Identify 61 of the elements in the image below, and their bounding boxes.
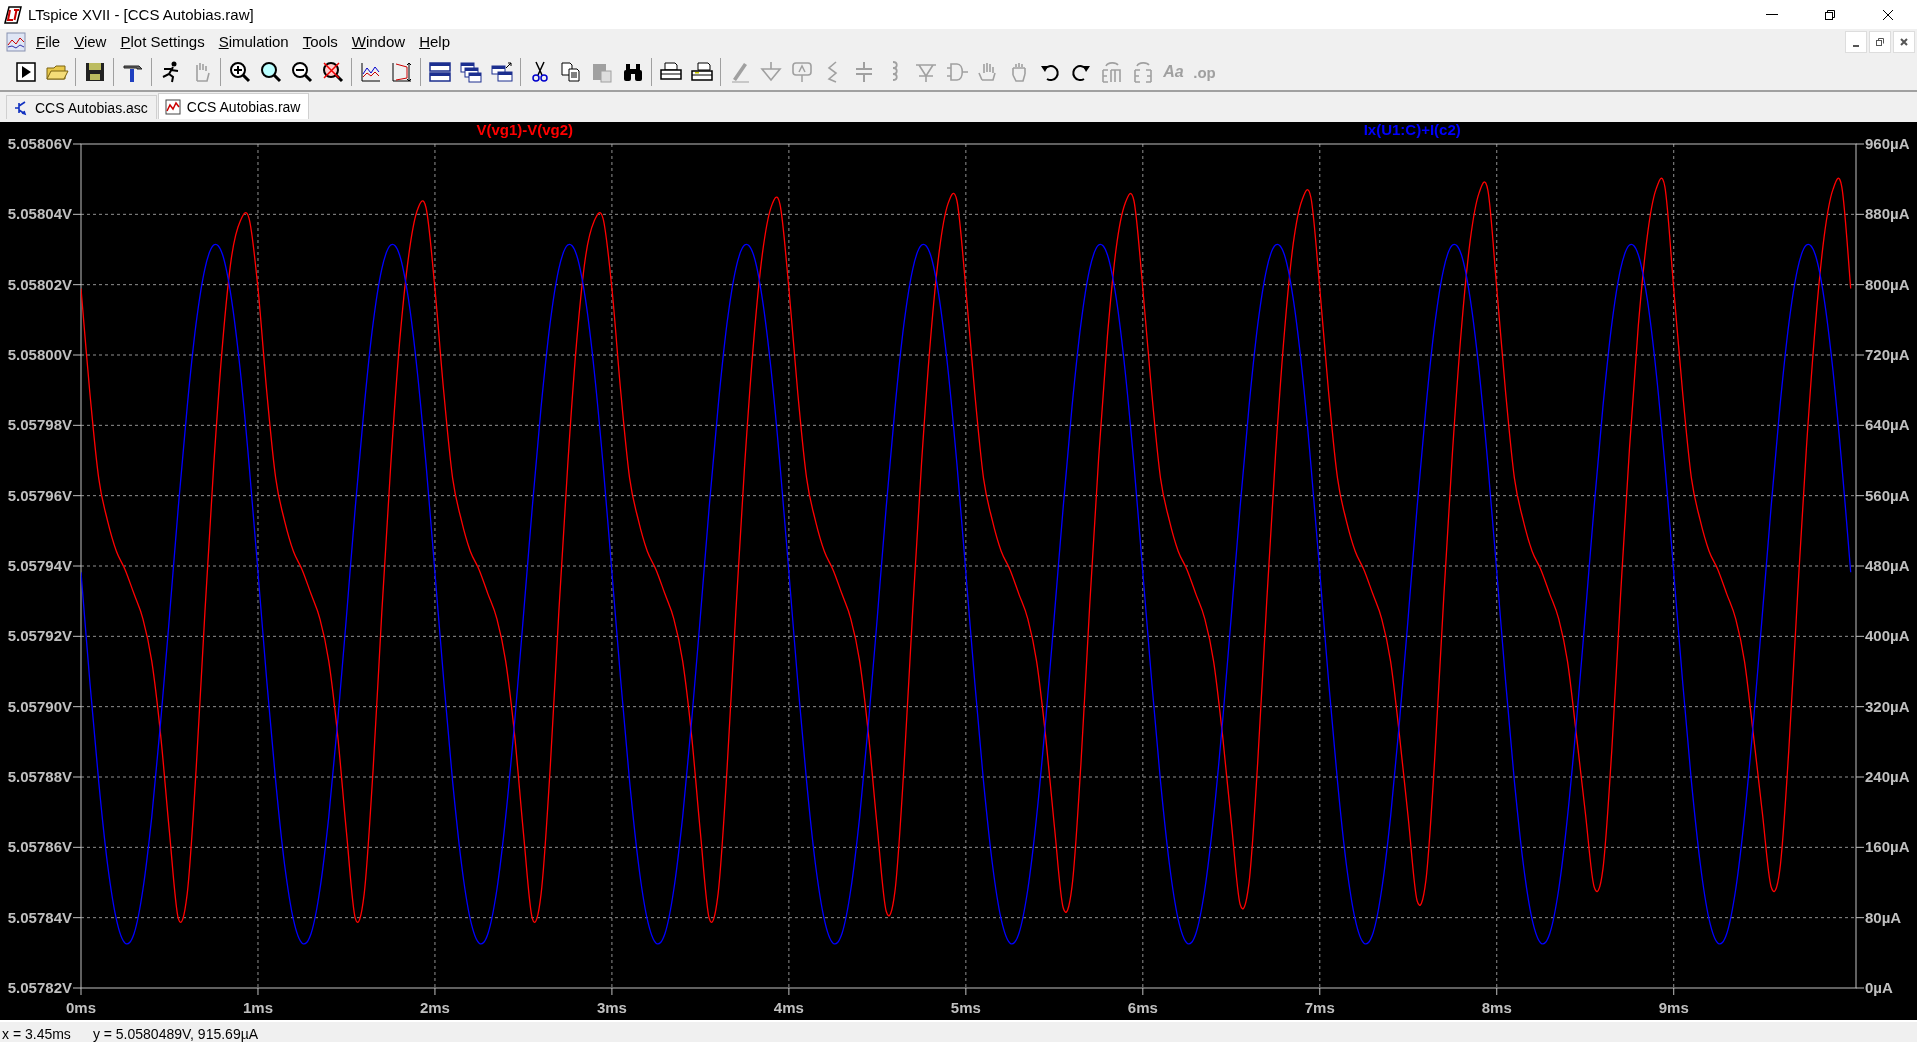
y-axis-label: 880µA	[1865, 205, 1910, 223]
restore-button[interactable]	[1869, 30, 1891, 53]
y-axis-label: 5.05782V	[7, 979, 72, 996]
y-axis-label: 5.05786V	[7, 838, 72, 856]
waveform-icon	[164, 98, 181, 115]
menu-item[interactable]: File	[29, 31, 68, 52]
y-axis-label: 0µA	[1865, 979, 1893, 996]
y-axis-label: 5.05804V	[7, 205, 72, 223]
menu-item[interactable]: Window	[344, 31, 413, 52]
y-axis-label: 400µA	[1865, 627, 1910, 645]
document-tab[interactable]: CCS Autobias.asc	[6, 95, 157, 119]
y-axis-label: 5.05806V	[7, 135, 72, 152]
app-logo-icon	[4, 5, 22, 24]
x-axis-label: 8ms	[1481, 999, 1512, 1016]
restore-icon	[1875, 36, 1885, 47]
y-axis-label: 5.05796V	[7, 486, 72, 504]
y-axis-label: 720µA	[1865, 346, 1910, 363]
waveform-window-icon	[6, 31, 26, 52]
y-axis-label: 800µA	[1865, 275, 1910, 293]
x-axis-label: 4ms	[773, 999, 804, 1016]
menu-item[interactable]: View	[67, 31, 114, 52]
y-axis-label: 960µA	[1865, 135, 1910, 152]
y-axis-label: 5.05788V	[7, 768, 72, 785]
transistor-icon	[13, 99, 29, 116]
y-axis-label: 5.05790V	[7, 697, 72, 715]
y-axis-label: 640µA	[1865, 416, 1910, 434]
y-axis-label: 320µA	[1865, 697, 1910, 715]
menu-item[interactable]: Simulation	[211, 31, 296, 52]
x-axis-label: 2ms	[419, 999, 450, 1016]
document-tab[interactable]: CCS Autobias.raw	[157, 93, 310, 119]
y-axis-label: 480µA	[1865, 557, 1910, 574]
x-axis-label: 1ms	[242, 999, 273, 1016]
x-axis-label: 0ms	[66, 999, 96, 1016]
y-axis-label: 5.05792V	[7, 627, 72, 645]
restore-icon[interactable]	[1824, 8, 1836, 21]
y-axis-label: 80µA	[1865, 908, 1902, 926]
trace-name[interactable]: V(vg1)-V(vg2)	[476, 122, 574, 138]
y-axis-label: 160µA	[1865, 838, 1910, 856]
minimize-button[interactable]	[1845, 30, 1867, 53]
close-icon[interactable]	[1882, 8, 1894, 21]
y-axis-label: 5.05802V	[7, 275, 72, 293]
cursor-readout: y = 5.0580489V, 915.69µA	[92, 1025, 259, 1042]
menu-item[interactable]: Plot Settings	[113, 31, 212, 52]
x-axis-label: 6ms	[1127, 999, 1158, 1016]
y-axis-label: 560µA	[1865, 486, 1910, 504]
x-axis-label: 7ms	[1304, 999, 1335, 1016]
y-axis-label: 5.05794V	[7, 557, 72, 574]
y-axis-label: 5.05800V	[7, 346, 72, 363]
close-button[interactable]	[1893, 30, 1915, 53]
x-axis-label: 3ms	[596, 999, 627, 1016]
x-axis-label: 9ms	[1658, 999, 1689, 1016]
y-axis-label: 5.05784V	[7, 908, 72, 926]
menu-item[interactable]: Tools	[295, 31, 345, 52]
menu-item[interactable]: Help	[412, 31, 457, 52]
close-icon	[1899, 36, 1909, 47]
x-axis-label: 5ms	[950, 999, 981, 1016]
window-title: LTspice XVII - [CCS Autobias.raw]	[28, 6, 255, 23]
minimize-icon	[1853, 44, 1859, 47]
y-axis-label: 240µA	[1865, 768, 1910, 785]
cursor-readout: x = 3.45ms	[2, 1025, 71, 1042]
y-axis-label: 5.05798V	[7, 416, 72, 434]
